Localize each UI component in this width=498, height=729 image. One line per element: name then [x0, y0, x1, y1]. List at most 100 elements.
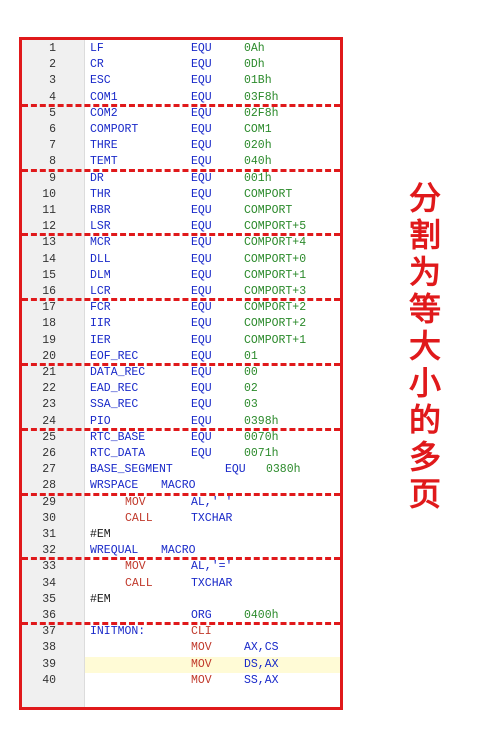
- code-line[interactable]: 22 EAD_REC EQU 02: [22, 381, 340, 397]
- code-token: EQU: [191, 187, 212, 201]
- code-token: EQU: [191, 58, 212, 72]
- code-token: EQU: [191, 236, 212, 250]
- line-number: 2: [49, 58, 56, 72]
- code-editor-frame: 1 LF EQU 0Ah 2 CR EQU 0Dh 3 ESC EQU 01Bh 4 COM1 EQU 03F…: [19, 37, 343, 710]
- code-content: DLL EQU COMPORT+0: [85, 252, 340, 268]
- code-line[interactable]: 5 COM2 EQU 02F8h: [22, 106, 340, 122]
- line-number: 18: [42, 317, 56, 331]
- code-line[interactable]: 29 MOV AL,' ': [22, 495, 340, 511]
- code-token: IER: [90, 333, 111, 347]
- line-number: 35: [42, 592, 56, 606]
- code-line[interactable]: 40 MOV SS,AX: [22, 673, 340, 689]
- line-number: 38: [42, 641, 56, 655]
- code-token: EQU: [191, 398, 212, 412]
- code-line[interactable]: 3 ESC EQU 01Bh: [22, 73, 340, 89]
- code-token: CLI: [191, 625, 212, 639]
- code-line[interactable]: 34 CALL TXCHAR: [22, 576, 340, 592]
- code-content: #EM: [85, 592, 340, 608]
- code-content: CALL TXCHAR: [85, 576, 340, 592]
- code-content: IIR EQU COMPORT+2: [85, 316, 340, 332]
- line-number: 29: [42, 495, 56, 509]
- code-token: TXCHAR: [191, 576, 233, 590]
- code-token: ESC: [90, 74, 111, 88]
- code-line[interactable]: 21 DATA_REC EQU 00: [22, 365, 340, 381]
- code-line[interactable]: 31 #EM: [22, 527, 340, 543]
- code-line[interactable]: 11 RBR EQU COMPORT: [22, 203, 340, 219]
- caption-char: 的: [408, 401, 441, 439]
- code-token: 020h: [244, 139, 272, 153]
- code-token: #EM: [90, 528, 111, 541]
- page-split-caption: 分割为等大小的多页: [405, 180, 445, 513]
- code-line[interactable]: 33 MOV AL,'=': [22, 559, 340, 575]
- code-token: EQU: [191, 382, 212, 396]
- code-token: AL,'=': [191, 560, 233, 574]
- code-token: SS,AX: [244, 673, 279, 687]
- code-line[interactable]: 1 LF EQU 0Ah: [22, 41, 340, 57]
- page-separator: [22, 103, 340, 107]
- code-line[interactable]: 18 IIR EQU COMPORT+2: [22, 316, 340, 332]
- code-content: DR EQU 001h: [85, 171, 340, 187]
- code-line[interactable]: 15 DLM EQU COMPORT+1: [22, 268, 340, 284]
- code-token: 0Dh: [244, 58, 265, 72]
- line-number: 10: [42, 187, 56, 201]
- code-content: MOV DS,AX: [85, 656, 340, 673]
- line-number: 7: [49, 139, 56, 153]
- code-line[interactable]: 2 CR EQU 0Dh: [22, 57, 340, 73]
- code-token: LF: [90, 42, 104, 55]
- code-content: COM2 EQU 02F8h: [85, 106, 340, 122]
- line-number: 21: [42, 366, 56, 379]
- code-line[interactable]: 35 #EM: [22, 592, 340, 608]
- code-line[interactable]: 26 RTC_DATA EQU 0071h: [22, 446, 340, 462]
- page-separator: [22, 622, 340, 626]
- code-content: DLM EQU COMPORT+1: [85, 268, 340, 284]
- code-content: CR EQU 0Dh: [85, 57, 340, 73]
- code-line[interactable]: 14 DLL EQU COMPORT+0: [22, 252, 340, 268]
- code-token: FCR: [90, 301, 111, 315]
- code-token: EQU: [191, 123, 212, 136]
- code-token: RTC_BASE: [90, 430, 146, 444]
- caption-char: 等: [408, 290, 441, 328]
- code-line[interactable]: 17 FCR EQU COMPORT+2: [22, 300, 340, 316]
- code-token: AX,CS: [244, 641, 279, 655]
- code-token: RTC_DATA: [90, 447, 146, 460]
- code-line[interactable]: 10 THR EQU COMPORT: [22, 187, 340, 203]
- code-content: COMPORT EQU COM1: [85, 122, 340, 138]
- line-number: 39: [42, 657, 56, 671]
- code-line[interactable]: 9 DR EQU 001h: [22, 171, 340, 187]
- code-line[interactable]: 38 MOV AX,CS: [22, 640, 340, 656]
- line-number: 9: [49, 171, 56, 185]
- code-content: SSA_REC EQU 03: [85, 397, 340, 413]
- code-content: RTC_BASE EQU 0070h: [85, 430, 340, 446]
- code-line[interactable]: 7 THRE EQU 020h: [22, 138, 340, 154]
- line-number: 3: [49, 74, 56, 88]
- code-line[interactable]: 23 SSA_REC EQU 03: [22, 397, 340, 413]
- line-number: 27: [42, 463, 56, 477]
- line-number: 11: [42, 204, 56, 217]
- code-line[interactable]: 13 MCR EQU COMPORT+4: [22, 235, 340, 251]
- caption-char: 分: [408, 179, 441, 217]
- code-line[interactable]: 19 IER EQU COMPORT+1: [22, 333, 340, 349]
- code-line[interactable]: 27 BASE_SEGMENT EQU 0380h: [22, 462, 340, 478]
- code-token: 001h: [244, 171, 272, 185]
- code-token: EQU: [191, 333, 212, 347]
- line-number: 13: [42, 236, 56, 250]
- code-token: COMPORT: [244, 204, 293, 217]
- code-token: DLM: [90, 268, 111, 282]
- code-line[interactable]: 37 INITMON: CLI: [22, 624, 340, 640]
- code-token: COMPORT+1: [244, 268, 307, 282]
- code-token: EQU: [225, 463, 246, 477]
- caption-char: 页: [408, 475, 441, 513]
- code-line[interactable]: 30 CALL TXCHAR: [22, 511, 340, 527]
- code-token: 0380h: [266, 463, 301, 477]
- line-number: 15: [42, 268, 56, 282]
- code-line[interactable]: 25 RTC_BASE EQU 0070h: [22, 430, 340, 446]
- code-content: THR EQU COMPORT: [85, 187, 340, 203]
- code-line[interactable]: 39 MOV DS,AX: [22, 656, 340, 673]
- code-token: 0071h: [244, 447, 279, 460]
- code-token: DR: [90, 171, 104, 185]
- code-token: #EM: [90, 592, 111, 606]
- code-token: 0Ah: [244, 42, 265, 55]
- code-line[interactable]: 6 COMPORT EQU COM1: [22, 122, 340, 138]
- code-token: EQU: [191, 74, 212, 88]
- line-number: 30: [42, 511, 56, 525]
